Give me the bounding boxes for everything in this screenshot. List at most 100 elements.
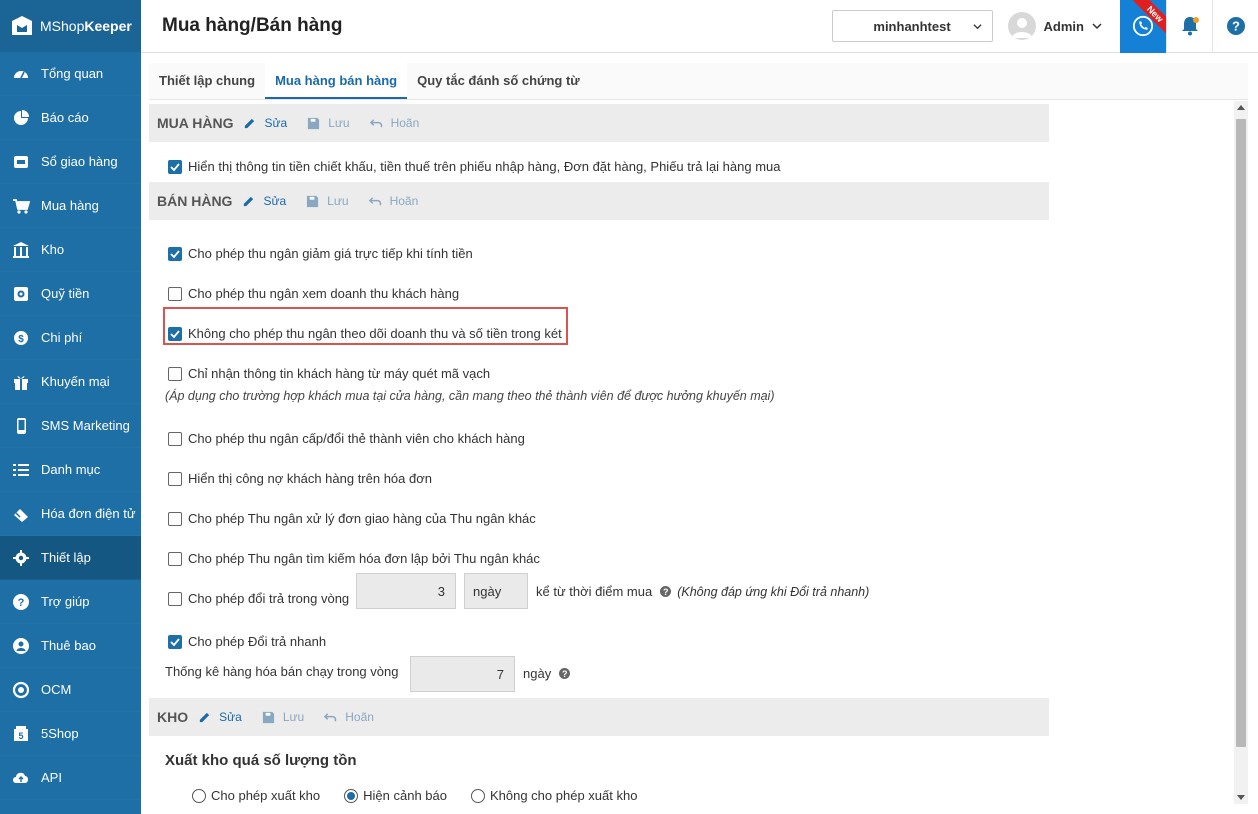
pencil-icon xyxy=(245,118,255,128)
sales-option-row[interactable]: Cho phép thu ngân xem doanh thu khách hà… xyxy=(168,286,459,301)
user-menu[interactable]: Admin xyxy=(1007,12,1102,40)
sales-option-checkbox[interactable] xyxy=(168,511,182,526)
sidebar-item-safe[interactable]: Quỹ tiền xyxy=(0,272,141,316)
bestseller-days-input[interactable]: 7 xyxy=(410,656,515,692)
purchase-undo-button[interactable]: Hoãn xyxy=(369,116,419,130)
scroll-down-arrow[interactable] xyxy=(1237,795,1245,800)
tab-general[interactable]: Thiết lập chung xyxy=(149,63,265,99)
return-days-input[interactable]: 3 xyxy=(356,573,456,609)
app-name: MShopKeeper xyxy=(40,18,132,34)
sales-option-checkbox[interactable] xyxy=(168,471,182,486)
sales-edit-button[interactable]: Sửa xyxy=(242,194,286,208)
sales-option-row[interactable]: Cho phép thu ngân cấp/đổi thẻ thành viên… xyxy=(168,431,525,446)
sidebar-item-pie-chart[interactable]: Báo cáo xyxy=(0,96,141,140)
sales-option-row[interactable]: Cho phép thu ngân giảm giá trực tiếp khi… xyxy=(168,246,473,261)
store-selector[interactable]: minhanhtest xyxy=(831,10,993,42)
scrollbar[interactable] xyxy=(1234,101,1248,804)
svg-text:?: ? xyxy=(1232,19,1240,34)
e-invoice-icon xyxy=(11,504,31,524)
sales-option-row[interactable]: Hiển thị công nợ khách hàng trên hóa đơn xyxy=(168,471,432,486)
sales-save-button[interactable]: Lưu xyxy=(306,194,349,208)
sidebar-item-gift[interactable]: Khuyến mại xyxy=(0,360,141,404)
sales-option-row[interactable]: Cho phép Đổi trả nhanh xyxy=(168,634,326,649)
sales-option-checkbox[interactable] xyxy=(168,634,182,649)
stock-undo-button[interactable]: Hoãn xyxy=(324,710,374,724)
sales-option-checkbox[interactable] xyxy=(168,551,182,566)
purchase-option-checkbox[interactable] xyxy=(168,159,182,174)
sales-option-row[interactable]: Cho phép đổi trả trong vòng xyxy=(168,591,349,606)
sidebar-item-delivery[interactable]: Sổ giao hàng xyxy=(0,140,141,184)
sidebar-item-label: SMS Marketing xyxy=(41,418,130,433)
page-title: Mua hàng/Bán hàng xyxy=(162,15,343,36)
sales-option-checkbox[interactable] xyxy=(168,591,182,606)
sidebar-item-label: Trợ giúp xyxy=(41,594,90,609)
radio-button[interactable] xyxy=(192,788,206,803)
sales-option-checkbox[interactable] xyxy=(168,326,182,341)
sales-option-label: Không cho phép thu ngân theo dõi doanh t… xyxy=(188,326,562,341)
sidebar-item-subscription[interactable]: Thuê bao xyxy=(0,624,141,668)
sidebar-item-label: Kho xyxy=(41,242,65,257)
purchase-section-title: MUA HÀNG xyxy=(157,115,234,131)
return-suffix-text: kể từ thời điểm mua xyxy=(536,584,653,599)
pencil-icon xyxy=(244,196,254,206)
dashboard-icon xyxy=(11,64,31,84)
sidebar-item-label: Quỹ tiền xyxy=(41,286,90,301)
purchase-option-row[interactable]: Hiển thị thông tin tiền chiết khấu, tiền… xyxy=(168,159,781,174)
purchase-save-button[interactable]: Lưu xyxy=(307,116,350,130)
sidebar-item-dashboard[interactable]: Tổng quan xyxy=(0,52,141,96)
sales-option-label: Cho phép Thu ngân tìm kiếm hóa đơn lập b… xyxy=(188,551,540,566)
help-button[interactable]: ? xyxy=(1212,0,1258,53)
sidebar-item-expense[interactable]: $ Chi phí xyxy=(0,316,141,360)
app-logo[interactable]: MShopKeeper xyxy=(0,0,141,52)
notification-button[interactable] xyxy=(1166,0,1212,53)
sidebar-item-gear[interactable]: Thiết lập xyxy=(0,536,141,580)
support-call-button[interactable]: New xyxy=(1120,0,1166,53)
gear-icon xyxy=(11,548,31,568)
help-icon[interactable]: ? xyxy=(660,586,672,597)
sales-option-row[interactable]: Cho phép Thu ngân tìm kiếm hóa đơn lập b… xyxy=(168,551,540,566)
cart-icon xyxy=(11,196,31,216)
scroll-up-arrow[interactable] xyxy=(1237,105,1245,110)
purchase-edit-button[interactable]: Sửa xyxy=(243,116,287,130)
sales-option-row[interactable]: Cho phép Thu ngân xử lý đơn giao hàng củ… xyxy=(168,511,536,526)
overstock-label: Xuất kho quá số lượng tồn xyxy=(165,752,357,769)
radio-button[interactable] xyxy=(344,788,359,803)
radio-show-warning[interactable]: Hiện cảnh báo xyxy=(344,788,447,803)
chevron-down-icon xyxy=(1092,23,1102,30)
expense-icon: $ xyxy=(11,328,31,348)
sales-option-row[interactable]: Chỉ nhận thông tin khách hàng từ máy qué… xyxy=(168,366,490,381)
sidebar-item-list[interactable]: Danh mục xyxy=(0,448,141,492)
sidebar-item-cloud-upload[interactable]: API xyxy=(0,756,141,800)
return-unit-select[interactable]: ngày xyxy=(464,573,528,609)
sales-option-label: Cho phép Đổi trả nhanh xyxy=(188,634,327,649)
sidebar-item-phone[interactable]: SMS Marketing xyxy=(0,404,141,448)
phone-icon xyxy=(11,416,31,436)
barcode-note: (Áp dụng cho trường hợp khách mua tại cử… xyxy=(165,389,775,403)
sales-option-checkbox[interactable] xyxy=(168,366,182,381)
radio-button[interactable] xyxy=(470,788,485,803)
sidebar-item-help[interactable]: ? Trợ giúp xyxy=(0,580,141,624)
sidebar-item-e-invoice[interactable]: Hóa đơn điện tử xyxy=(0,492,141,536)
radio-deny-export[interactable]: Không cho phép xuất kho xyxy=(470,788,637,803)
sidebar-item-warehouse[interactable]: Kho xyxy=(0,228,141,272)
sales-section-header: BÁN HÀNG Sửa Lưu Hoãn xyxy=(149,182,1049,220)
bell-icon xyxy=(1181,17,1199,36)
sales-undo-button[interactable]: Hoãn xyxy=(368,194,418,208)
sidebar-item-cart[interactable]: Mua hàng xyxy=(0,184,141,228)
sales-option-checkbox[interactable] xyxy=(168,431,182,446)
sidebar-item-ocm[interactable]: OCM xyxy=(0,668,141,712)
tab-purchase-sales[interactable]: Mua hàng bán hàng xyxy=(265,63,408,99)
help-icon[interactable]: ? xyxy=(559,668,571,679)
stock-save-button[interactable]: Lưu xyxy=(262,710,304,724)
undo-icon xyxy=(369,118,382,128)
stock-edit-button[interactable]: Sửa xyxy=(198,710,242,724)
sales-option-row[interactable]: Không cho phép thu ngân theo dõi doanh t… xyxy=(168,326,562,341)
tab-numbering-rules[interactable]: Quy tắc đánh số chứng từ xyxy=(407,63,590,99)
radio-allow-export[interactable]: Cho phép xuất kho xyxy=(192,788,320,803)
top-header: Mua hàng/Bán hàng minhanhtest Admin New … xyxy=(141,0,1258,53)
sidebar-item-shop[interactable]: 5 5Shop xyxy=(0,712,141,756)
sales-option-checkbox[interactable] xyxy=(168,286,182,301)
scroll-thumb[interactable] xyxy=(1236,119,1246,747)
sales-option-checkbox[interactable] xyxy=(168,246,182,261)
sidebar-item-label: OCM xyxy=(41,682,72,697)
